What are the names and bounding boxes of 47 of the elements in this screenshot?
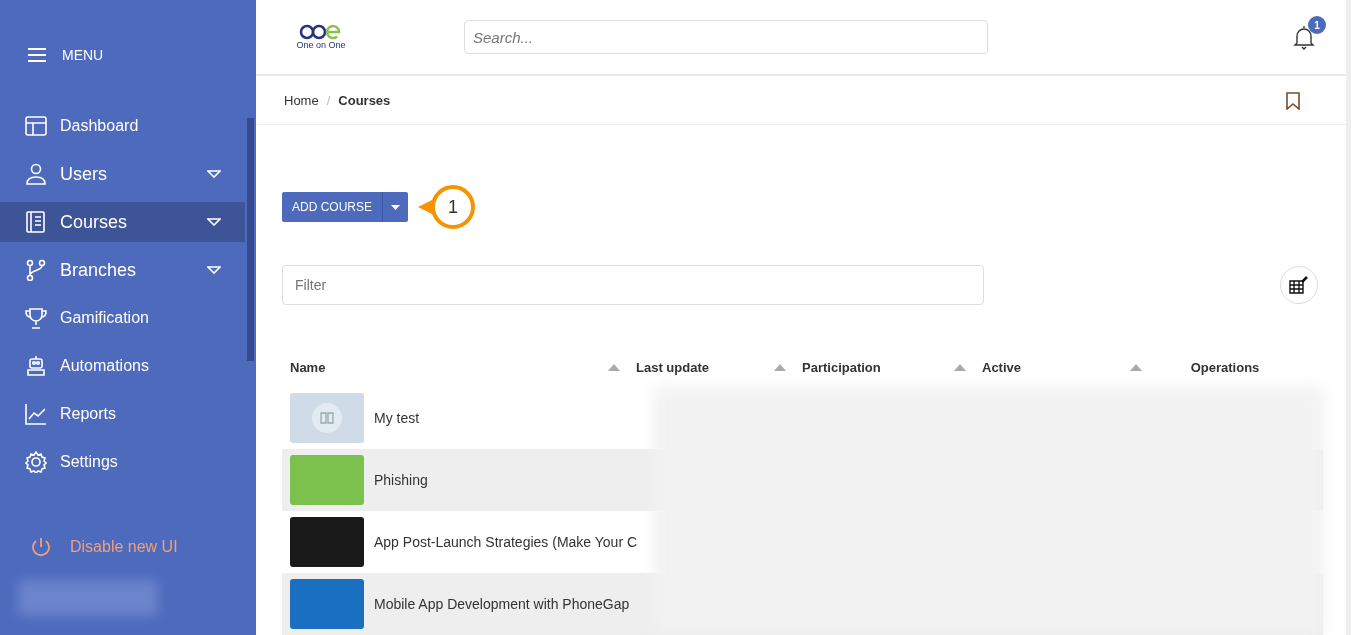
search-field[interactable]: Search... <box>464 20 988 55</box>
step-callout: 1 <box>418 185 475 229</box>
chart-icon <box>25 403 47 425</box>
table-edit-icon <box>1289 276 1309 294</box>
scrollbar-thumb[interactable] <box>247 118 254 361</box>
course-name[interactable]: Mobile App Development with PhoneGap <box>374 596 630 612</box>
sidebar-item[interactable]: Courses <box>0 202 245 242</box>
breadcrumb-separator: / <box>326 92 331 108</box>
callout-pointer-icon <box>418 199 434 215</box>
book-icon <box>25 211 47 233</box>
sidebar-item[interactable]: Dashboard <box>0 106 245 146</box>
menu-label: MENU <box>62 47 104 63</box>
column-header[interactable]: Name <box>290 359 326 375</box>
sidebar-item[interactable]: Branches <box>0 250 245 290</box>
layout-icon <box>25 115 47 137</box>
notification-badge: 1 <box>1308 16 1326 34</box>
menu-icon[interactable] <box>27 47 47 63</box>
caret-icon <box>391 204 400 210</box>
sidebar-item[interactable]: Gamification <box>0 298 245 338</box>
user-icon <box>25 163 47 185</box>
add-course-button[interactable]: ADD COURSE <box>282 192 382 222</box>
column-header[interactable]: Last update <box>636 359 709 375</box>
column-header[interactable]: Participation <box>802 359 881 375</box>
sidebar-item[interactable]: Reports <box>0 394 245 434</box>
sidebar-item[interactable]: Users <box>0 154 245 194</box>
logo-icon <box>299 24 343 41</box>
bookmark-icon[interactable] <box>1286 92 1300 111</box>
bell-icon[interactable] <box>1292 24 1316 50</box>
column-header[interactable]: Active <box>982 359 1022 375</box>
edit-columns-button[interactable] <box>1280 266 1318 304</box>
branch-icon <box>25 259 47 281</box>
course-name[interactable]: App Post-Launch Strategies (Make Your C <box>374 534 638 550</box>
sidebar-item[interactable]: Automations <box>0 346 245 386</box>
course-name[interactable]: Phishing <box>374 472 428 488</box>
filter-field[interactable]: Filter <box>282 265 984 305</box>
robot-icon <box>25 355 47 377</box>
sidebar-item[interactable]: Settings <box>0 442 245 482</box>
book-icon <box>312 403 342 433</box>
power-icon <box>30 536 52 558</box>
breadcrumb-link[interactable]: Home <box>284 92 319 108</box>
course-name[interactable]: My test <box>374 410 420 426</box>
column-header[interactable]: Operations <box>1190 359 1260 375</box>
logo[interactable]: One on One <box>293 24 349 51</box>
breadcrumb-current: Courses <box>338 92 391 108</box>
settings-icon <box>25 451 47 473</box>
dropdown-button[interactable] <box>382 192 408 222</box>
trophy-icon <box>25 307 47 329</box>
